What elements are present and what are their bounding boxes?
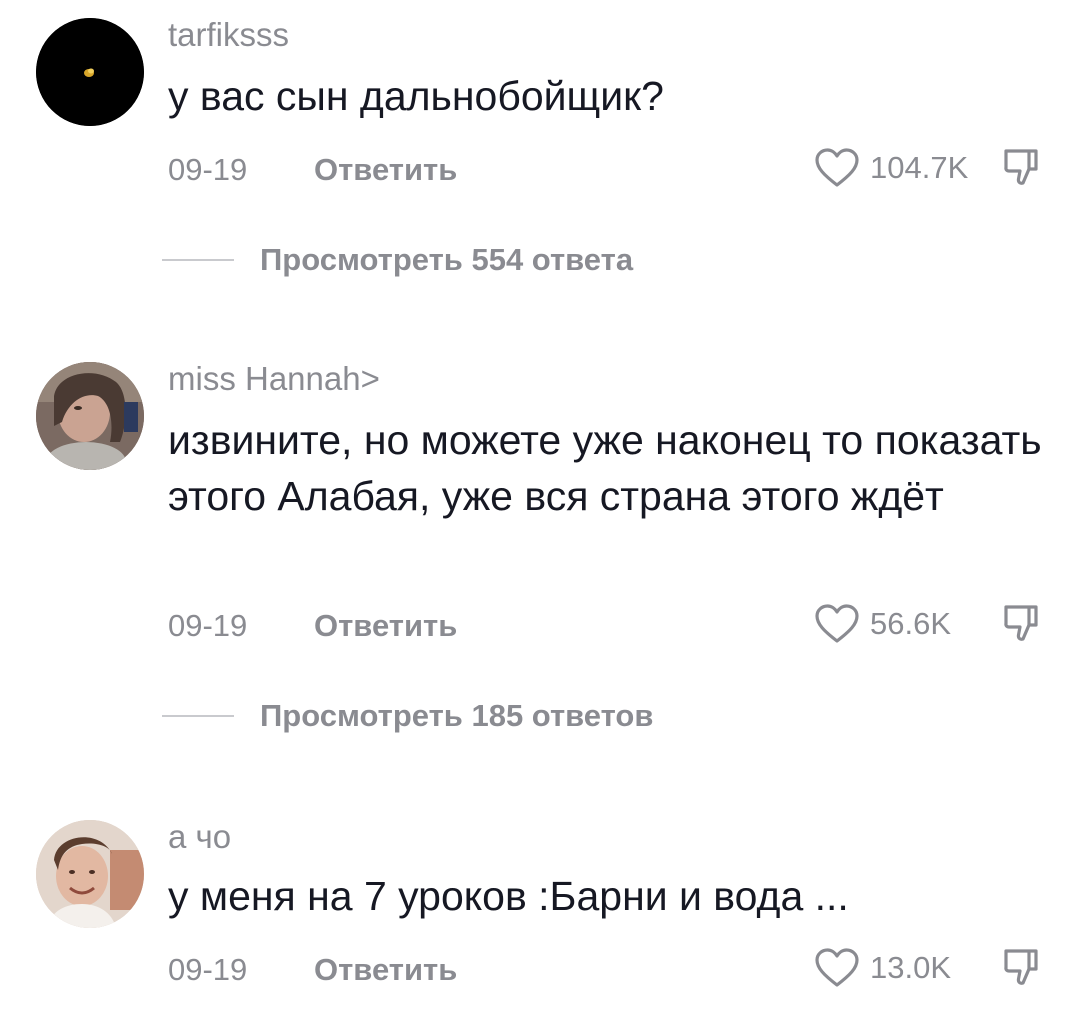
heart-icon[interactable] bbox=[814, 603, 860, 645]
divider-line bbox=[162, 259, 234, 261]
comment-date: 09-19 bbox=[168, 952, 248, 987]
thumbs-down-icon[interactable] bbox=[1002, 947, 1040, 989]
reply-button[interactable]: Ответить bbox=[314, 952, 457, 988]
comment-date: 09-19 bbox=[168, 152, 248, 187]
avatar[interactable] bbox=[36, 18, 144, 126]
like-actions: 104.7K bbox=[814, 148, 1040, 188]
view-replies-label[interactable]: Просмотреть 554 ответа bbox=[260, 242, 633, 278]
view-replies-button[interactable]: Просмотреть 554 ответа bbox=[162, 240, 633, 280]
comment-username[interactable]: а чо bbox=[168, 818, 231, 856]
like-count: 56.6K bbox=[870, 606, 952, 641]
thumbs-down-icon[interactable] bbox=[1002, 147, 1040, 189]
avatar-photo-girl-icon bbox=[36, 362, 144, 470]
divider-line bbox=[162, 715, 234, 717]
like-count: 13.0K bbox=[870, 950, 952, 985]
reply-button[interactable]: Ответить bbox=[314, 608, 457, 644]
avatar-gold-dot-icon bbox=[36, 18, 144, 126]
like-count: 104.7K bbox=[870, 150, 969, 185]
heart-icon[interactable] bbox=[814, 147, 860, 189]
avatar[interactable] bbox=[36, 820, 144, 928]
comment-text: извините, но можете уже наконец то показ… bbox=[168, 417, 1042, 519]
heart-icon[interactable] bbox=[814, 947, 860, 989]
like-actions: 13.0K bbox=[814, 948, 1040, 988]
reply-button[interactable]: Ответить bbox=[314, 152, 457, 188]
comment-text: у вас сын дальнобойщик? bbox=[168, 73, 664, 119]
view-replies-label[interactable]: Просмотреть 185 ответов bbox=[260, 698, 653, 734]
avatar[interactable] bbox=[36, 362, 144, 470]
avatar-photo-smiling-person-icon bbox=[36, 820, 144, 928]
thumbs-down-icon[interactable] bbox=[1002, 603, 1040, 645]
like-actions: 56.6K bbox=[814, 604, 1040, 644]
comment-username[interactable]: miss Hannah> bbox=[168, 360, 380, 398]
comment-text: у меня на 7 уроков :Барни и вода ... bbox=[168, 873, 849, 919]
comment-date: 09-19 bbox=[168, 608, 248, 643]
view-replies-button[interactable]: Просмотреть 185 ответов bbox=[162, 696, 653, 736]
comment-username[interactable]: tarfiksss bbox=[168, 16, 289, 54]
